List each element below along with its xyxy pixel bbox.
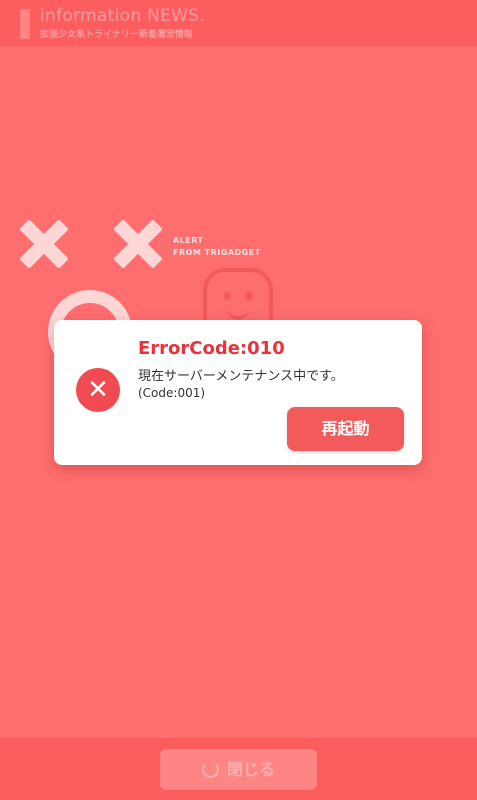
- spinner-icon: [201, 761, 219, 778]
- background-x-icon: [20, 220, 68, 268]
- restart-button[interactable]: 再起動: [287, 407, 404, 451]
- alert-line1: ALERT: [173, 236, 204, 245]
- error-x-icon: ✕: [76, 368, 120, 412]
- background-alert-text: ALERT FROM TRIGADGET: [173, 235, 261, 259]
- background-x-icon: [114, 220, 162, 268]
- footer: 閉じる: [0, 738, 477, 800]
- face-eye: [245, 292, 253, 300]
- header: information NEWS. 拡張少女系トライナリー新着運営情報: [0, 0, 477, 46]
- header-subtitle: 拡張少女系トライナリー新着運営情報: [40, 30, 193, 40]
- alert-line2: FROM TRIGADGET: [173, 248, 261, 257]
- close-button[interactable]: 閉じる: [160, 749, 317, 790]
- close-button-label: 閉じる: [226, 760, 275, 779]
- header-title: information NEWS.: [40, 6, 206, 26]
- error-title: ErrorCode:010: [138, 338, 285, 359]
- face-mouth: [227, 306, 249, 320]
- error-message: 現在サーバーメンテナンス中です。: [138, 369, 344, 384]
- error-code: (Code:001): [138, 386, 206, 400]
- header-accent-bar: [20, 9, 30, 39]
- face-eye: [223, 292, 231, 300]
- error-dialog: ✕ ErrorCode:010 現在サーバーメンテナンス中です。 (Code:0…: [54, 320, 422, 465]
